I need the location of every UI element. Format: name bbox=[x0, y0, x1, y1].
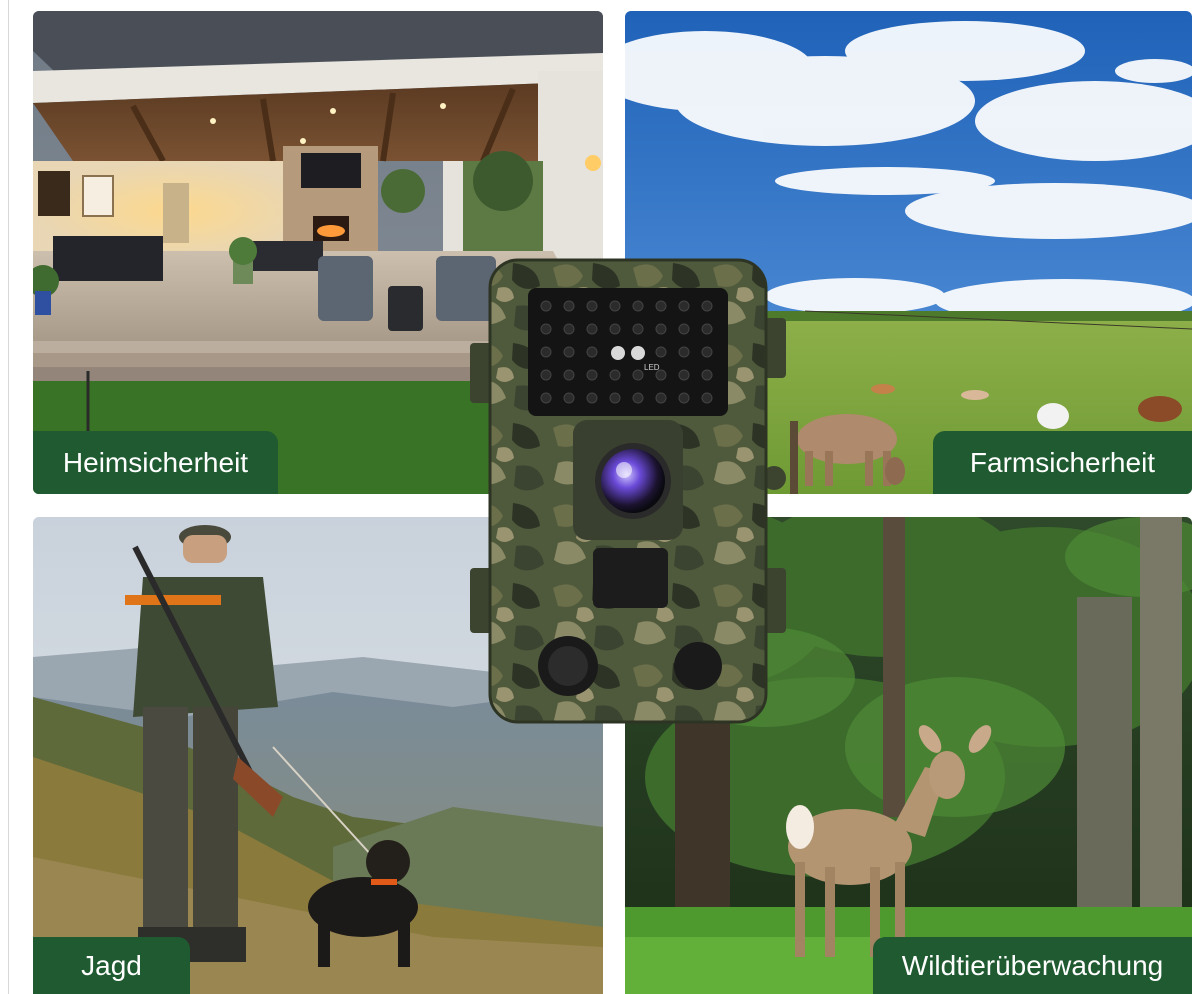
ir-led bbox=[586, 346, 598, 358]
ir-led bbox=[632, 392, 644, 404]
light-sensor-icon bbox=[611, 346, 625, 360]
ir-led bbox=[609, 300, 621, 312]
ir-led bbox=[655, 323, 667, 335]
ir-led bbox=[586, 369, 598, 381]
ir-led bbox=[678, 369, 690, 381]
ir-led bbox=[678, 346, 690, 358]
ir-led bbox=[632, 323, 644, 335]
ir-led bbox=[655, 300, 667, 312]
ir-led bbox=[563, 300, 575, 312]
ir-led bbox=[678, 300, 690, 312]
ir-led bbox=[632, 300, 644, 312]
ir-led bbox=[701, 300, 713, 312]
label-wildlife-monitoring: Wildtierüberwachung bbox=[873, 937, 1192, 994]
ir-led bbox=[540, 346, 552, 358]
ir-led bbox=[586, 300, 598, 312]
ir-led bbox=[563, 392, 575, 404]
ir-led bbox=[701, 323, 713, 335]
ir-led bbox=[701, 346, 713, 358]
ir-led bbox=[609, 323, 621, 335]
ir-led bbox=[563, 323, 575, 335]
ir-led bbox=[586, 392, 598, 404]
ir-led bbox=[655, 346, 667, 358]
ir-led bbox=[655, 392, 667, 404]
ir-led bbox=[586, 323, 598, 335]
ir-led bbox=[563, 369, 575, 381]
camera-led-badge: LED bbox=[644, 363, 660, 372]
ir-led bbox=[540, 300, 552, 312]
ir-led bbox=[632, 369, 644, 381]
ir-led bbox=[540, 323, 552, 335]
camera-lens-icon bbox=[601, 449, 665, 513]
ir-led bbox=[678, 392, 690, 404]
label-home-security: Heimsicherheit bbox=[33, 431, 278, 494]
ir-led bbox=[701, 369, 713, 381]
ir-led bbox=[563, 346, 575, 358]
page-left-rule bbox=[8, 0, 9, 994]
label-farm-security: Farmsicherheit bbox=[933, 431, 1192, 494]
ir-led bbox=[540, 369, 552, 381]
ir-led bbox=[701, 392, 713, 404]
ir-led bbox=[609, 392, 621, 404]
ir-led bbox=[540, 392, 552, 404]
ir-led bbox=[609, 369, 621, 381]
label-hunting: Jagd bbox=[33, 937, 190, 994]
ir-led bbox=[678, 323, 690, 335]
trail-camera: LED bbox=[468, 258, 788, 724]
